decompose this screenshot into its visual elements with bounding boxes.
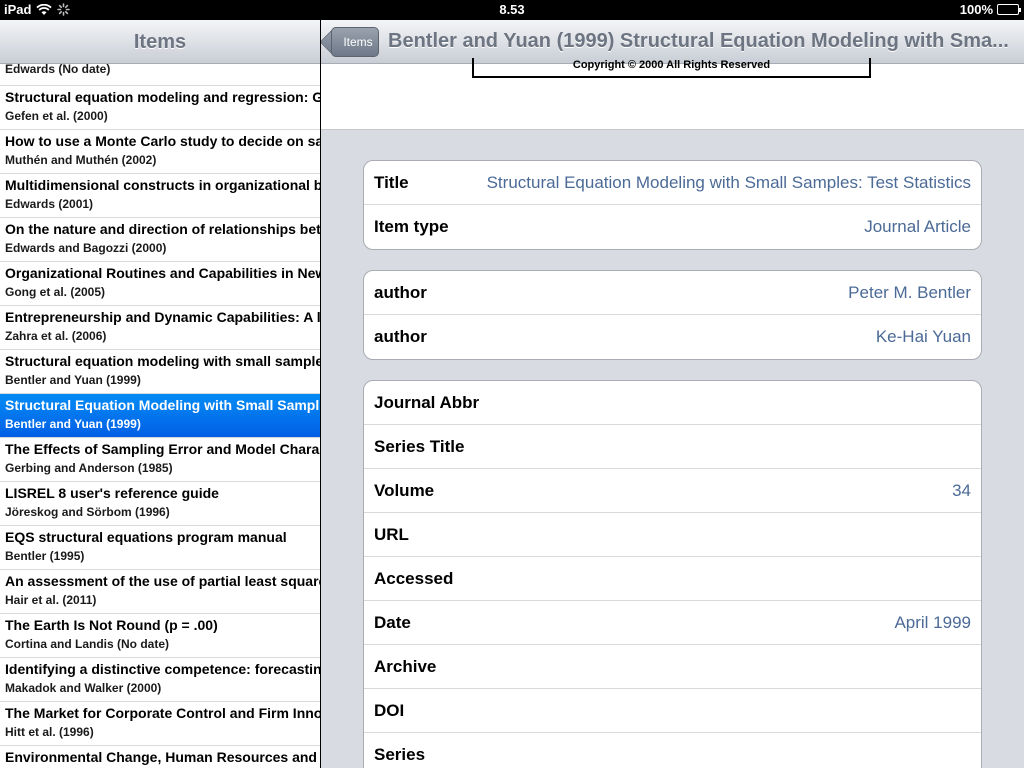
field-row[interactable]: DOI: [364, 689, 981, 733]
list-item-title: Organizational Routines and Capabilities…: [5, 265, 320, 281]
field-value: Peter M. Bentler: [848, 283, 971, 302]
field-row[interactable]: Series: [364, 733, 981, 768]
list-item-subtitle: Bentler (1995): [5, 549, 85, 563]
field-label: Title: [374, 173, 409, 192]
field-value: Ke-Hai Yuan: [875, 327, 971, 346]
list-item[interactable]: On the nature and direction of relations…: [0, 218, 320, 262]
field-value: April 1999: [894, 613, 971, 632]
list-item-subtitle: Gefen et al. (2000): [5, 109, 108, 123]
list-item[interactable]: Structural Equation Modeling with Small …: [0, 394, 320, 438]
field-label: Series: [374, 745, 426, 764]
items-pane: Items Edwards (No date) Structural equati…: [0, 20, 320, 768]
battery-percent: 100%: [959, 2, 993, 17]
field-row[interactable]: Series Title: [364, 425, 981, 469]
list-item-subtitle: Hair et al. (2011): [5, 593, 97, 607]
list-item-title: LISREL 8 user's reference guide: [5, 485, 219, 501]
list-item-title: The Market for Corporate Control and Fir…: [5, 705, 320, 721]
list-item-title: An assessment of the use of partial leas…: [5, 573, 320, 589]
field-row[interactable]: Archive: [364, 645, 981, 689]
items-list: Edwards (No date) Structural equation mod…: [0, 64, 320, 768]
list-item[interactable]: How to use a Monte Carlo study to decide…: [0, 130, 320, 174]
list-item-subtitle: Edwards (No date): [5, 64, 111, 76]
list-item-subtitle: Muthén and Muthén (2002): [5, 153, 157, 167]
list-item-title: How to use a Monte Carlo study to decide…: [5, 133, 320, 149]
field-row[interactable]: Date April 1999: [364, 601, 981, 645]
list-item[interactable]: An assessment of the use of partial leas…: [0, 570, 320, 614]
list-item-title: The Effects of Sampling Error and Model …: [5, 441, 320, 457]
field-group: Journal Abbr Series Title Volume 34 URL Acces…: [363, 380, 982, 768]
field-label: Date: [374, 613, 411, 632]
list-item-subtitle: Bentler and Yuan (1999): [5, 373, 141, 387]
list-item-subtitle: Edwards (2001): [5, 197, 94, 211]
list-item[interactable]: The Effects of Sampling Error and Model …: [0, 438, 320, 482]
list-item-subtitle: Cortina and Landis (No date): [5, 637, 170, 651]
field-row[interactable]: URL: [364, 513, 981, 557]
list-item-subtitle: Jöreskog and Sörbom (1996): [5, 505, 170, 519]
list-item[interactable]: The Earth Is Not Round (p = .00) Cortina …: [0, 614, 320, 658]
list-item[interactable]: Multidimensional constructs in organizat…: [0, 174, 320, 218]
list-item[interactable]: Structural equation modeling with small …: [0, 350, 320, 394]
field-row[interactable]: author Peter M. Bentler: [364, 271, 981, 315]
field-value: Journal Article: [864, 217, 971, 236]
attachment-preview[interactable]: Copyright © 2000 All Rights Reserved: [321, 58, 1024, 130]
list-item-title: On the nature and direction of relations…: [5, 221, 320, 237]
field-label: Item type: [374, 217, 449, 236]
list-item[interactable]: Edwards (No date): [0, 64, 320, 86]
field-row[interactable]: Title Structural Equation Modeling with S…: [364, 161, 981, 205]
list-item-subtitle: Gerbing and Anderson (1985): [5, 461, 173, 475]
items-navbar: Items: [0, 20, 320, 64]
field-label: URL: [374, 525, 409, 544]
field-label: Accessed: [374, 569, 454, 588]
field-row[interactable]: Journal Abbr: [364, 381, 981, 425]
list-item[interactable]: The Market for Corporate Control and Fir…: [0, 702, 320, 746]
field-row[interactable]: Volume 34: [364, 469, 981, 513]
list-item-subtitle: Zahra et al. (2006): [5, 329, 107, 343]
field-row[interactable]: Item type Journal Article: [364, 205, 981, 249]
battery-icon: [997, 4, 1021, 15]
list-item[interactable]: LISREL 8 user's reference guide Jöreskog …: [0, 482, 320, 526]
list-item-subtitle: Makadok and Walker (2000): [5, 681, 162, 695]
items-title: Items: [133, 31, 187, 53]
back-button[interactable]: Items: [331, 27, 379, 57]
list-item-title: Environmental Change, Human Resources an…: [5, 749, 317, 765]
status-right: 100%: [959, 2, 1021, 17]
list-item-title: The Earth Is Not Round (p = .00): [5, 617, 218, 633]
field-label: author: [374, 327, 427, 346]
list-item-title: Identifying a distinctive competence: fo…: [5, 661, 320, 677]
list-item-subtitle: Gong et al. (2005): [5, 285, 106, 299]
list-item[interactable]: Entrepreneurship and Dynamic Capabilitie…: [0, 306, 320, 350]
list-item[interactable]: Environmental Change, Human Resources an…: [0, 746, 320, 768]
list-item-subtitle: Bentler and Yuan (1999): [5, 417, 141, 431]
list-item-title: Structural Equation Modeling with Small …: [5, 397, 320, 413]
status-time: 8.53: [499, 2, 525, 17]
list-item-subtitle: Edwards and Bagozzi (2000): [5, 241, 167, 255]
field-label: Series Title: [374, 437, 465, 456]
detail-pane: Items Bentler and Yuan (1999) Structural…: [321, 20, 1024, 768]
field-label: Journal Abbr: [374, 393, 480, 412]
list-item-title: Structural equation modeling and regress…: [5, 89, 320, 105]
field-group: author Peter M. Bentler author Ke-Hai Yuan: [363, 270, 982, 360]
list-item[interactable]: Organizational Routines and Capabilities…: [0, 262, 320, 306]
list-item-title: Structural equation modeling with small …: [5, 353, 320, 369]
list-item[interactable]: Identifying a distinctive competence: fo…: [0, 658, 320, 702]
field-label: Archive: [374, 657, 437, 676]
status-bar: iPad 8.53 100%: [0, 0, 1024, 20]
field-row[interactable]: Accessed: [364, 557, 981, 601]
field-value: 34: [952, 481, 971, 500]
list-item[interactable]: EQS structural equations program manual B…: [0, 526, 320, 570]
field-label: DOI: [374, 701, 405, 720]
list-item[interactable]: Structural equation modeling and regress…: [0, 86, 320, 130]
field-group: Title Structural Equation Modeling with S…: [363, 160, 982, 250]
list-item-subtitle: Hitt et al. (1996): [5, 725, 94, 739]
list-item-title: Entrepreneurship and Dynamic Capabilitie…: [5, 309, 320, 325]
field-label: Volume: [374, 481, 435, 500]
field-label: author: [374, 283, 427, 302]
field-row[interactable]: author Ke-Hai Yuan: [364, 315, 981, 359]
preview-text: Copyright © 2000 All Rights Reserved: [472, 58, 871, 78]
field-value: Structural Equation Modeling with Small …: [486, 173, 971, 192]
list-item-title: Multidimensional constructs in organizat…: [5, 177, 320, 193]
list-item-title: EQS structural equations program manual: [5, 529, 287, 545]
